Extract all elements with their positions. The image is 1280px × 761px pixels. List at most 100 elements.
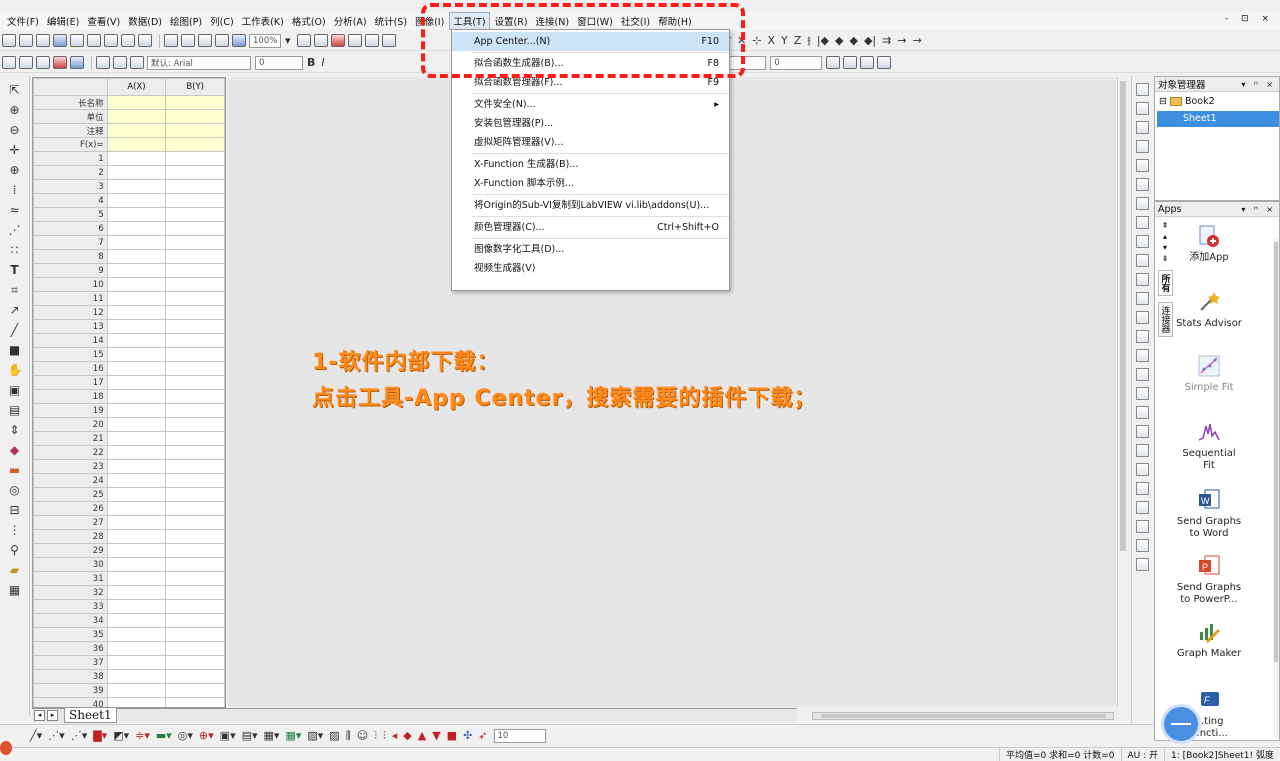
row-number[interactable]: 15 <box>33 347 108 362</box>
meta-cell[interactable] <box>165 109 225 124</box>
table-cell[interactable] <box>165 333 225 348</box>
table-cell[interactable] <box>106 445 167 460</box>
screen-reader-icon[interactable]: ⊕ <box>8 163 22 177</box>
new-project-icon[interactable] <box>2 34 16 47</box>
code-builder-icon[interactable] <box>330 34 345 47</box>
pattern-icon[interactable] <box>826 56 841 69</box>
meta-row[interactable]: 长名称 <box>33 95 225 110</box>
table-row[interactable]: 18 <box>33 389 225 404</box>
window-controls[interactable]: - ⊡ × <box>1225 14 1274 24</box>
lock-icon[interactable] <box>1136 558 1149 571</box>
recalculate-icon[interactable] <box>232 34 246 47</box>
image-plot-icon[interactable]: ▧▾ <box>307 729 323 742</box>
table-row[interactable]: 30 <box>33 557 225 572</box>
x-icon[interactable]: X <box>767 34 775 47</box>
meta-cell[interactable] <box>165 95 225 110</box>
table-row[interactable]: 21 <box>33 431 225 446</box>
axis-tool-icon[interactable] <box>1136 83 1149 96</box>
table-cell[interactable] <box>165 473 225 488</box>
table-row[interactable]: 25 <box>33 487 225 502</box>
tab-prev-icon[interactable]: ◂ <box>34 710 45 721</box>
hand-tool-icon[interactable]: ✋ <box>8 363 23 377</box>
column-plot-icon[interactable]: ▇▾ <box>93 729 107 742</box>
table-row[interactable]: 6 <box>33 221 225 236</box>
distribute-v-icon[interactable] <box>1136 349 1149 362</box>
line-tool-icon[interactable]: ╱ <box>8 323 22 337</box>
row-number[interactable]: 35 <box>33 627 108 642</box>
row-number[interactable]: 9 <box>33 263 108 278</box>
align-bottom-icon[interactable] <box>1136 311 1149 324</box>
table-cell[interactable] <box>106 697 167 707</box>
move-first-icon[interactable]: |◆ <box>817 34 829 47</box>
table-cell[interactable] <box>165 389 225 404</box>
table-row[interactable]: 28 <box>33 529 225 544</box>
app-sequential-fit[interactable]: Sequential Fit <box>1175 420 1243 472</box>
table-cell[interactable] <box>165 319 225 334</box>
contour-plot-icon[interactable]: ▬▾ <box>156 729 172 742</box>
table-row[interactable]: 3 <box>33 179 225 194</box>
app-send-graphs-word[interactable]: W Send Graphs to Word <box>1175 488 1243 540</box>
table-row[interactable]: 12 <box>33 305 225 320</box>
align-top-icon[interactable] <box>1136 292 1149 305</box>
stack-plot-icon[interactable]: ≑▾ <box>135 729 150 742</box>
menu-item-virtual-matrix-manager[interactable]: 虚拟矩阵管理器(V)... <box>452 133 729 152</box>
table-row[interactable]: 11 <box>33 291 225 306</box>
add-row-icon[interactable] <box>19 56 33 69</box>
menu-tools[interactable]: 工具(T) <box>449 12 490 30</box>
table-row[interactable]: 34 <box>33 613 225 628</box>
table-cell[interactable] <box>165 375 225 390</box>
worksheet[interactable]: A(X) B(Y) 长名称 单位 注释 F(x)= 1 2 3 4 5 6 7 8 9 10 11 12 13 1… <box>32 77 226 708</box>
menu-file[interactable]: 文件(F) <box>4 13 42 29</box>
shape-tool-icon[interactable]: ◆ <box>8 443 22 457</box>
color-bar-icon[interactable]: ▬ <box>8 463 22 477</box>
3d-plot-icon[interactable]: ▣▾ <box>220 729 236 742</box>
table-cell[interactable] <box>106 459 167 474</box>
table-cell[interactable] <box>165 627 225 642</box>
table-row[interactable]: 35 <box>33 627 225 642</box>
table-cell[interactable] <box>165 557 225 572</box>
table-cell[interactable] <box>106 179 167 194</box>
align-left-icon[interactable] <box>1136 254 1149 267</box>
color-rect-icon[interactable]: ■ <box>447 729 457 742</box>
horizontal-scrollbar[interactable] <box>812 712 1114 720</box>
row-number[interactable]: 8 <box>33 249 108 264</box>
row-number[interactable]: 21 <box>33 431 108 446</box>
app-simple-fit[interactable]: Simple Fit <box>1175 354 1243 394</box>
table-cell[interactable] <box>106 319 167 334</box>
chevron-down-icon[interactable]: ▾ <box>285 34 291 47</box>
table-cell[interactable] <box>165 179 225 194</box>
data-reader-icon[interactable]: ⊹ <box>752 34 761 47</box>
zoom-combo[interactable]: 100% <box>249 33 281 48</box>
meta-cell[interactable] <box>106 123 167 138</box>
table-cell[interactable] <box>165 683 225 698</box>
table-cell[interactable] <box>106 557 167 572</box>
bottom-combo[interactable]: 10 <box>493 728 546 743</box>
crosshair-icon[interactable]: ✛ <box>8 143 22 157</box>
cut-icon[interactable] <box>96 56 110 69</box>
table-cell[interactable] <box>106 655 167 670</box>
table-cell[interactable] <box>106 277 167 292</box>
menu-social[interactable]: 社交(I) <box>618 13 653 29</box>
scroll-thumb[interactable] <box>821 714 1106 718</box>
table-row[interactable]: 2 <box>33 165 225 180</box>
table-cell[interactable] <box>165 613 225 628</box>
table-row[interactable]: 19 <box>33 403 225 418</box>
back-icon[interactable] <box>1136 463 1149 476</box>
apps-scrollbar[interactable] <box>1273 238 1279 738</box>
row-number[interactable]: 31 <box>33 571 108 586</box>
save-template-icon[interactable] <box>215 34 229 47</box>
floating-assistant-button[interactable] <box>1161 704 1201 744</box>
table-row[interactable]: 22 <box>33 445 225 460</box>
table-cell[interactable] <box>165 459 225 474</box>
menu-preferences[interactable]: 设置(R) <box>492 13 531 29</box>
add-layer-icon[interactable] <box>1136 197 1149 210</box>
table-row[interactable]: 40 <box>33 697 225 707</box>
panel-controls-icon[interactable]: ▾ ᴴ × <box>1241 205 1276 214</box>
arrow-right-icon[interactable]: → <box>913 34 922 47</box>
magnifier-icon[interactable]: ⚲ <box>8 543 22 557</box>
row-number[interactable]: 24 <box>33 473 108 488</box>
meta-cell[interactable] <box>106 109 167 124</box>
refresh-icon[interactable] <box>313 34 328 47</box>
table-cell[interactable] <box>165 529 225 544</box>
menu-window[interactable]: 窗口(W) <box>574 13 616 29</box>
